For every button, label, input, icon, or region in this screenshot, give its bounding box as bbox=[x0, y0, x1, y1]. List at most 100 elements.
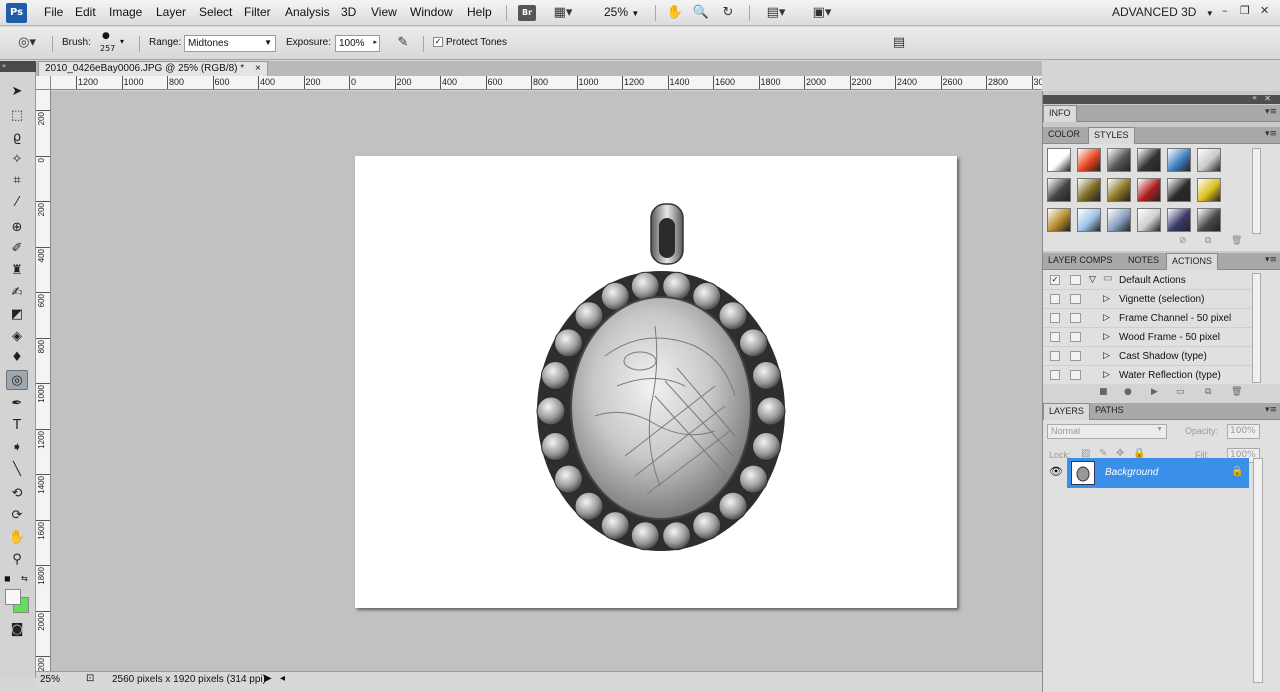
lasso-tool-icon[interactable]: ϱ bbox=[6, 128, 28, 148]
record-icon[interactable]: ● bbox=[1124, 387, 1132, 397]
move-tool-icon[interactable]: ➤ bbox=[6, 82, 28, 102]
status-preview-icon[interactable]: ⊡ bbox=[86, 673, 94, 684]
brush-preview-icon[interactable]: ● bbox=[102, 31, 110, 41]
3d-rotate-icon[interactable]: ⟲ bbox=[6, 484, 28, 504]
dodge-tool-preset-icon[interactable]: ◎▾ bbox=[10, 34, 44, 52]
arrange-documents-icon[interactable]: ▤▾ bbox=[761, 4, 791, 22]
style-swatch[interactable] bbox=[1047, 178, 1071, 202]
delete-style-icon[interactable]: 🗑 bbox=[1231, 236, 1242, 246]
quick-selection-icon[interactable]: ✧ bbox=[6, 150, 28, 170]
zoom-level-select[interactable]: 25% ▼ bbox=[604, 5, 639, 19]
history-brush-icon[interactable]: ✍ bbox=[6, 283, 28, 303]
eraser-tool-icon[interactable]: ◩ bbox=[6, 305, 28, 325]
tab-layer-comps[interactable]: LAYER COMPS bbox=[1043, 253, 1117, 270]
style-swatch[interactable] bbox=[1197, 148, 1221, 172]
swap-colors-icon[interactable]: ⇆ bbox=[21, 574, 28, 583]
chevron-right-icon[interactable]: ▷ bbox=[1103, 312, 1110, 323]
action-toggle-checkbox[interactable] bbox=[1050, 351, 1060, 361]
style-swatch[interactable] bbox=[1137, 148, 1161, 172]
style-swatch[interactable] bbox=[1107, 148, 1131, 172]
action-row[interactable]: ▷ Wood Frame - 50 pixel bbox=[1043, 328, 1261, 347]
tab-layers[interactable]: LAYERS bbox=[1043, 403, 1090, 420]
screen-mode-icon[interactable]: ▣▾ bbox=[805, 4, 839, 22]
tool-palette-icon[interactable]: ▤ bbox=[890, 34, 908, 52]
panel-menu-icon[interactable]: ▾≡ bbox=[1265, 255, 1277, 265]
hand-tool-icon[interactable]: ✋ bbox=[666, 4, 684, 22]
menu-layer[interactable]: Layer bbox=[156, 5, 186, 19]
panel-menu-icon[interactable]: ▾≡ bbox=[1265, 107, 1277, 117]
style-swatch[interactable] bbox=[1167, 148, 1191, 172]
range-select[interactable]: Midtones ▼ bbox=[184, 35, 276, 52]
airbrush-icon[interactable]: ✎ bbox=[393, 34, 413, 52]
new-set-icon[interactable]: ▭ bbox=[1176, 387, 1185, 397]
eyedropper-icon[interactable]: ⁄ bbox=[6, 193, 28, 213]
menu-edit[interactable]: Edit bbox=[75, 5, 96, 19]
marquee-tool-icon[interactable]: ⬚ bbox=[6, 106, 28, 126]
chevron-down-icon[interactable]: ▾ bbox=[120, 37, 124, 46]
menu-3d[interactable]: 3D bbox=[341, 5, 356, 19]
protect-tones-checkbox[interactable]: ✓ bbox=[433, 37, 443, 47]
brush-tool-icon[interactable]: ✐ bbox=[6, 239, 28, 259]
dialog-toggle-icon[interactable] bbox=[1070, 313, 1081, 323]
layer-visibility-eye-icon[interactable]: 👁 bbox=[1049, 465, 1063, 478]
close-icon[interactable]: ✕ bbox=[1260, 4, 1269, 17]
layer-row-background[interactable]: Background 🔒 bbox=[1067, 458, 1249, 488]
canvas-area[interactable] bbox=[51, 91, 1042, 672]
tab-color[interactable]: COLOR bbox=[1043, 127, 1085, 144]
ruler-vertical[interactable]: 200 0 200 400 600 800 1000 1200 1400 1600 1800 2000… bbox=[36, 90, 51, 672]
action-row[interactable]: ▷ Frame Channel - 50 pixel bbox=[1043, 309, 1261, 328]
clear-style-icon[interactable]: ⊘ bbox=[1179, 236, 1187, 246]
dialog-toggle-icon[interactable] bbox=[1070, 294, 1081, 304]
dialog-toggle-icon[interactable] bbox=[1070, 275, 1081, 285]
zoom-tool-icon[interactable]: 🔍 bbox=[692, 4, 710, 22]
workspace-switcher[interactable]: ADVANCED 3D ▼ bbox=[1112, 5, 1214, 19]
quick-mask-icon[interactable]: ◙ bbox=[6, 620, 28, 640]
layer-name[interactable]: Background bbox=[1105, 467, 1158, 478]
menu-help[interactable]: Help bbox=[467, 5, 492, 19]
chevron-down-icon[interactable]: ▽ bbox=[1089, 274, 1096, 285]
styles-scrollbar[interactable] bbox=[1252, 148, 1261, 234]
style-swatch[interactable] bbox=[1077, 208, 1101, 232]
blend-mode-select[interactable]: Normal ▼ bbox=[1047, 424, 1167, 439]
restore-icon[interactable]: ❐ bbox=[1240, 4, 1250, 17]
panel-dock-header[interactable]: « ✕ bbox=[1043, 93, 1280, 104]
action-set-row[interactable]: ✓ ▽ ▭ Default Actions bbox=[1043, 271, 1261, 290]
chevron-right-icon[interactable]: ▷ bbox=[1103, 331, 1110, 342]
zoom-tool-icon[interactable]: ⚲ bbox=[6, 550, 28, 570]
default-colors-icon[interactable]: ◼ bbox=[4, 574, 11, 583]
dodge-tool-icon[interactable]: ◎ bbox=[6, 370, 28, 390]
close-panels-icon[interactable]: ✕ bbox=[1264, 94, 1271, 103]
style-swatch[interactable] bbox=[1137, 208, 1161, 232]
pen-tool-icon[interactable]: ✒ bbox=[6, 394, 28, 414]
menu-select[interactable]: Select bbox=[199, 5, 232, 19]
toolbox-collapse-handle[interactable]: » bbox=[0, 61, 36, 72]
style-swatch[interactable] bbox=[1167, 208, 1191, 232]
tab-paths[interactable]: PATHS bbox=[1090, 403, 1129, 420]
path-selection-icon[interactable]: ➧ bbox=[6, 438, 28, 458]
stop-icon[interactable]: ■ bbox=[1099, 387, 1108, 397]
actions-scrollbar[interactable] bbox=[1252, 273, 1261, 383]
document-canvas[interactable] bbox=[355, 156, 957, 608]
tab-styles[interactable]: STYLES bbox=[1088, 127, 1135, 144]
style-swatch[interactable] bbox=[1077, 148, 1101, 172]
bridge-button[interactable]: Br bbox=[518, 5, 536, 21]
new-style-icon[interactable]: ⧉ bbox=[1205, 236, 1211, 246]
action-toggle-checkbox[interactable]: ✓ bbox=[1050, 275, 1060, 285]
action-toggle-checkbox[interactable] bbox=[1050, 294, 1060, 304]
menu-file[interactable]: File bbox=[44, 5, 63, 19]
crop-tool-icon[interactable]: ⌗ bbox=[6, 171, 28, 191]
blur-tool-icon[interactable]: ♦ bbox=[6, 348, 28, 368]
tab-info[interactable]: INFO bbox=[1043, 105, 1077, 122]
tab-actions[interactable]: ACTIONS bbox=[1166, 253, 1219, 270]
menu-filter[interactable]: Filter bbox=[244, 5, 271, 19]
action-row[interactable]: ▷ Vignette (selection) bbox=[1043, 290, 1261, 309]
style-swatch[interactable] bbox=[1077, 178, 1101, 202]
clone-stamp-icon[interactable]: ♜ bbox=[6, 261, 28, 281]
ruler-origin[interactable] bbox=[36, 76, 51, 90]
action-toggle-checkbox[interactable] bbox=[1050, 313, 1060, 323]
dialog-toggle-icon[interactable] bbox=[1070, 332, 1081, 342]
chevron-left-icon[interactable]: ◂ bbox=[280, 673, 285, 684]
menu-analysis[interactable]: Analysis bbox=[285, 5, 330, 19]
ruler-horizontal[interactable]: 1200 1000 800 600 400 200 0 200 400 600 800 1000 120… bbox=[51, 76, 1042, 90]
chevron-right-icon[interactable]: ▶ bbox=[264, 673, 272, 684]
